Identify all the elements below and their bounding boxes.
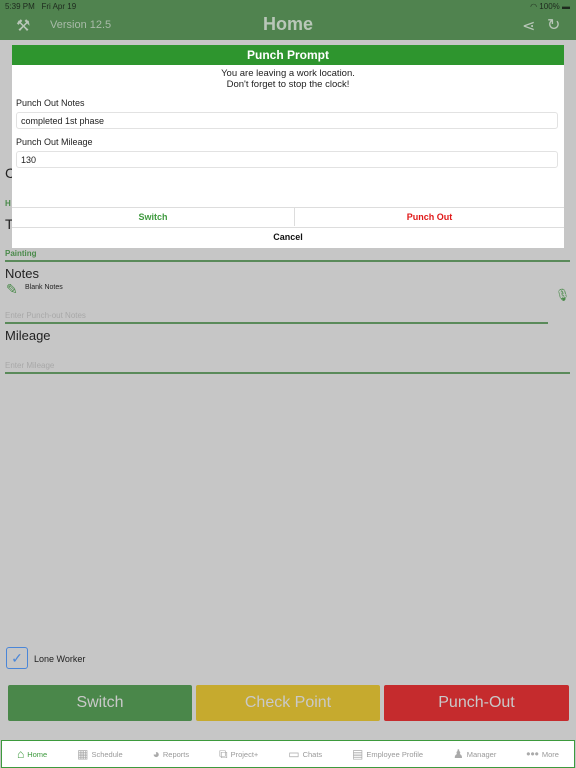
dialog-switch-button[interactable]: Switch [12, 207, 295, 226]
dialog-message-line1: You are leaving a work location. [221, 68, 355, 79]
dialog-message: You are leaving a work location. Don't f… [12, 68, 564, 90]
task-underline [5, 260, 570, 262]
refresh-icon[interactable]: ↻ [547, 15, 560, 35]
tab-label: More [541, 749, 559, 759]
header: ⚒ Version 12.5 Home ⋖ ↻ [0, 12, 576, 40]
calendar-icon: ▦ [77, 747, 89, 761]
lone-worker-checkbox[interactable]: ✓ [6, 647, 28, 669]
wifi-icon: ◠ [530, 2, 538, 11]
battery-icon: ▬ [562, 2, 570, 11]
id-card-icon: ▤ [352, 747, 364, 761]
dialog-cancel-button[interactable]: Cancel [12, 227, 564, 248]
tab-label: Reports [162, 749, 190, 759]
tab-manager[interactable]: ♟ Manager [453, 747, 496, 761]
dialog-punch-out-button[interactable]: Punch Out [295, 207, 564, 226]
notes-label: Punch Out Notes [16, 98, 85, 108]
tab-label: Chats [302, 749, 323, 759]
tab-chats[interactable]: ▭ Chats [288, 747, 322, 761]
task-value[interactable]: Painting [5, 249, 37, 258]
status-time: 5:39 PM [5, 2, 35, 11]
notes-input[interactable]: Enter Punch-out Notes [5, 311, 86, 320]
tab-schedule[interactable]: ▦ Schedule [77, 747, 123, 761]
share-icon[interactable]: ⋖ [522, 16, 535, 36]
check-point-button[interactable]: Check Point [196, 685, 380, 721]
partial-label-h: H [5, 199, 11, 208]
punch-prompt-dialog: Punch Prompt You are leaving a work loca… [12, 45, 564, 248]
notes-title: Notes [5, 266, 39, 281]
tab-more[interactable]: ••• More [526, 747, 559, 761]
status-bar: 5:39 PM Fri Apr 19 ◠ 100% ▬ [0, 0, 576, 12]
tab-label: Schedule [91, 749, 123, 759]
tab-label: Employee Profile [366, 749, 424, 759]
pie-chart-icon: ◕ [152, 747, 160, 761]
blank-notes-label[interactable]: Blank Notes [25, 284, 63, 291]
more-icon: ••• [526, 747, 539, 761]
status-date: Fri Apr 19 [41, 2, 77, 11]
dialog-message-line2: Don't forget to stop the clock! [226, 79, 350, 90]
tab-label: Manager [466, 749, 497, 759]
tab-bar: ⌂ Home ▦ Schedule ◕ Reports ⧉ Project+ ▭ Chat… [1, 740, 575, 768]
tab-employee-profile[interactable]: ▤ Employee Profile [352, 747, 423, 761]
mileage-underline [5, 372, 570, 374]
notes-underline [5, 322, 548, 324]
tab-home[interactable]: ⌂ Home [17, 747, 47, 761]
dialog-title: Punch Prompt [12, 45, 564, 65]
page-title: Home [262, 14, 313, 34]
mileage-input[interactable]: Enter Mileage [5, 361, 54, 370]
switch-button[interactable]: Switch [8, 685, 192, 721]
home-icon: ⌂ [16, 747, 25, 761]
tab-label: Home [27, 749, 48, 759]
punch-out-mileage-input[interactable]: 130 [16, 151, 558, 168]
punch-out-button[interactable]: Punch-Out [384, 685, 569, 721]
person-icon: ♟ [452, 747, 464, 761]
mileage-label: Punch Out Mileage [16, 137, 93, 147]
battery-level: 100% [539, 2, 560, 11]
tab-project[interactable]: ⧉ Project+ [219, 747, 258, 762]
tab-label: Project+ [230, 749, 259, 759]
tab-reports[interactable]: ◕ Reports [153, 747, 190, 761]
microphone-icon[interactable]: 🎙 [555, 288, 570, 302]
pencil-icon[interactable]: ✎ [6, 281, 18, 298]
punch-out-notes-input[interactable]: completed 1st phase [16, 112, 558, 129]
project-icon: ⧉ [219, 746, 228, 761]
lone-worker-label: Lone Worker [34, 654, 86, 664]
mileage-title: Mileage [5, 328, 51, 343]
chat-icon: ▭ [288, 747, 300, 761]
